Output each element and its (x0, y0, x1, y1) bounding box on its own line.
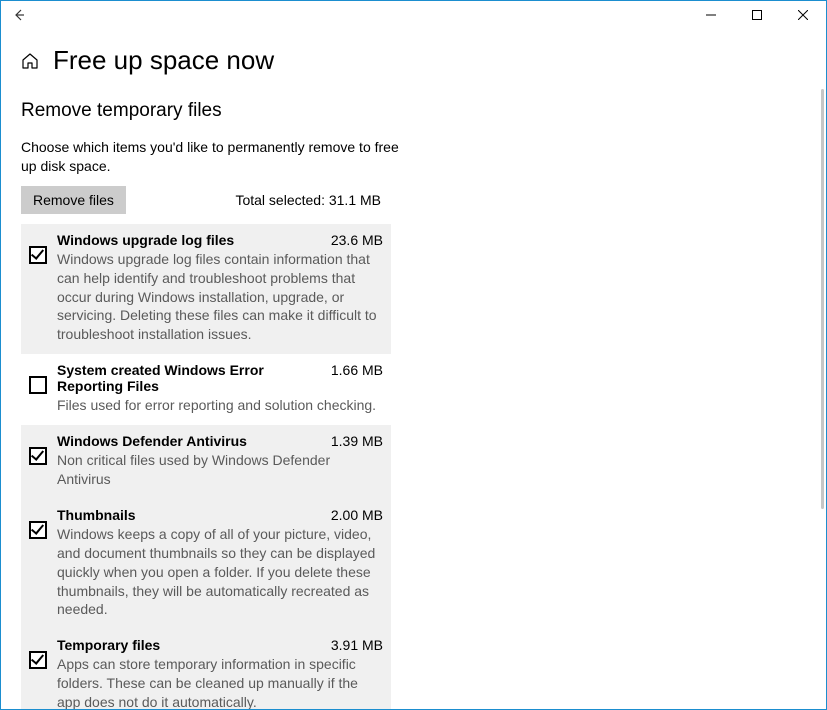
item-size: 23.6 MB (331, 232, 383, 248)
item-title: Temporary files (57, 637, 160, 653)
action-row: Remove files Total selected: 31.1 MB (21, 186, 381, 214)
checkbox[interactable] (29, 246, 47, 264)
scrollbar-thumb[interactable] (821, 89, 824, 509)
item-head: Thumbnails 2.00 MB (57, 507, 383, 523)
item-title: Windows Defender Antivirus (57, 433, 247, 449)
list-item[interactable]: Temporary files 3.91 MB Apps can store tem… (21, 629, 391, 709)
total-selected-value: 31.1 MB (329, 192, 381, 208)
minimize-button[interactable] (688, 1, 734, 29)
page-title: Free up space now (53, 45, 274, 76)
page-header: Free up space now (21, 45, 631, 76)
titlebar (1, 1, 826, 29)
checkbox[interactable] (29, 376, 47, 394)
item-description: Windows upgrade log files contain inform… (57, 250, 383, 344)
remove-files-button[interactable]: Remove files (21, 186, 126, 214)
page-content: Free up space now Remove temporary files… (1, 29, 651, 709)
item-size: 2.00 MB (331, 507, 383, 523)
item-title: Windows upgrade log files (57, 232, 234, 248)
total-selected-label: Total selected: 31.1 MB (235, 192, 381, 208)
list-item[interactable]: Windows Defender Antivirus 1.39 MB Non cri… (21, 425, 391, 499)
item-title: Thumbnails (57, 507, 136, 523)
item-body: Windows Defender Antivirus 1.39 MB Non cri… (57, 433, 383, 489)
item-head: Windows upgrade log files 23.6 MB (57, 232, 383, 248)
temporary-files-list: Windows upgrade log files23.6 MBWindows … (21, 224, 391, 709)
item-head: System created Windows Error Reporting F… (57, 362, 383, 394)
checkbox[interactable] (29, 521, 47, 539)
list-item[interactable]: Windows upgrade log files23.6 MBWindows … (21, 224, 391, 354)
item-body: Temporary files 3.91 MB Apps can store tem… (57, 637, 383, 709)
item-head: Windows Defender Antivirus 1.39 MB (57, 433, 383, 449)
list-item[interactable]: System created Windows Error Reporting F… (21, 354, 391, 425)
item-title: System created Windows Error Reporting F… (57, 362, 321, 394)
checkbox[interactable] (29, 447, 47, 465)
item-size: 3.91 MB (331, 637, 383, 653)
instructions-text: Choose which items you'd like to permane… (21, 138, 401, 176)
item-body: Thumbnails 2.00 MB Windows keeps a copy of… (57, 507, 383, 619)
section-heading: Remove temporary files (21, 100, 631, 122)
item-body: Windows upgrade log files23.6 MBWindows … (57, 232, 383, 344)
item-description: Windows keeps a copy of all of your pict… (57, 525, 383, 619)
list-item[interactable]: Thumbnails 2.00 MB Windows keeps a copy of… (21, 499, 391, 629)
item-description: Apps can store temporary information in … (57, 655, 383, 709)
item-head: Temporary files 3.91 MB (57, 637, 383, 653)
item-body: System created Windows Error Reporting F… (57, 362, 383, 415)
item-description: Files used for error reporting and solut… (57, 396, 383, 415)
item-size: 1.39 MB (331, 433, 383, 449)
maximize-button[interactable] (734, 1, 780, 29)
home-icon[interactable] (21, 52, 39, 70)
item-size: 1.66 MB (331, 362, 383, 378)
close-button[interactable] (780, 1, 826, 29)
checkbox[interactable] (29, 651, 47, 669)
item-description: Non critical files used by Windows Defen… (57, 451, 383, 489)
back-button[interactable] (9, 5, 29, 25)
total-selected-prefix: Total selected: (235, 192, 328, 208)
